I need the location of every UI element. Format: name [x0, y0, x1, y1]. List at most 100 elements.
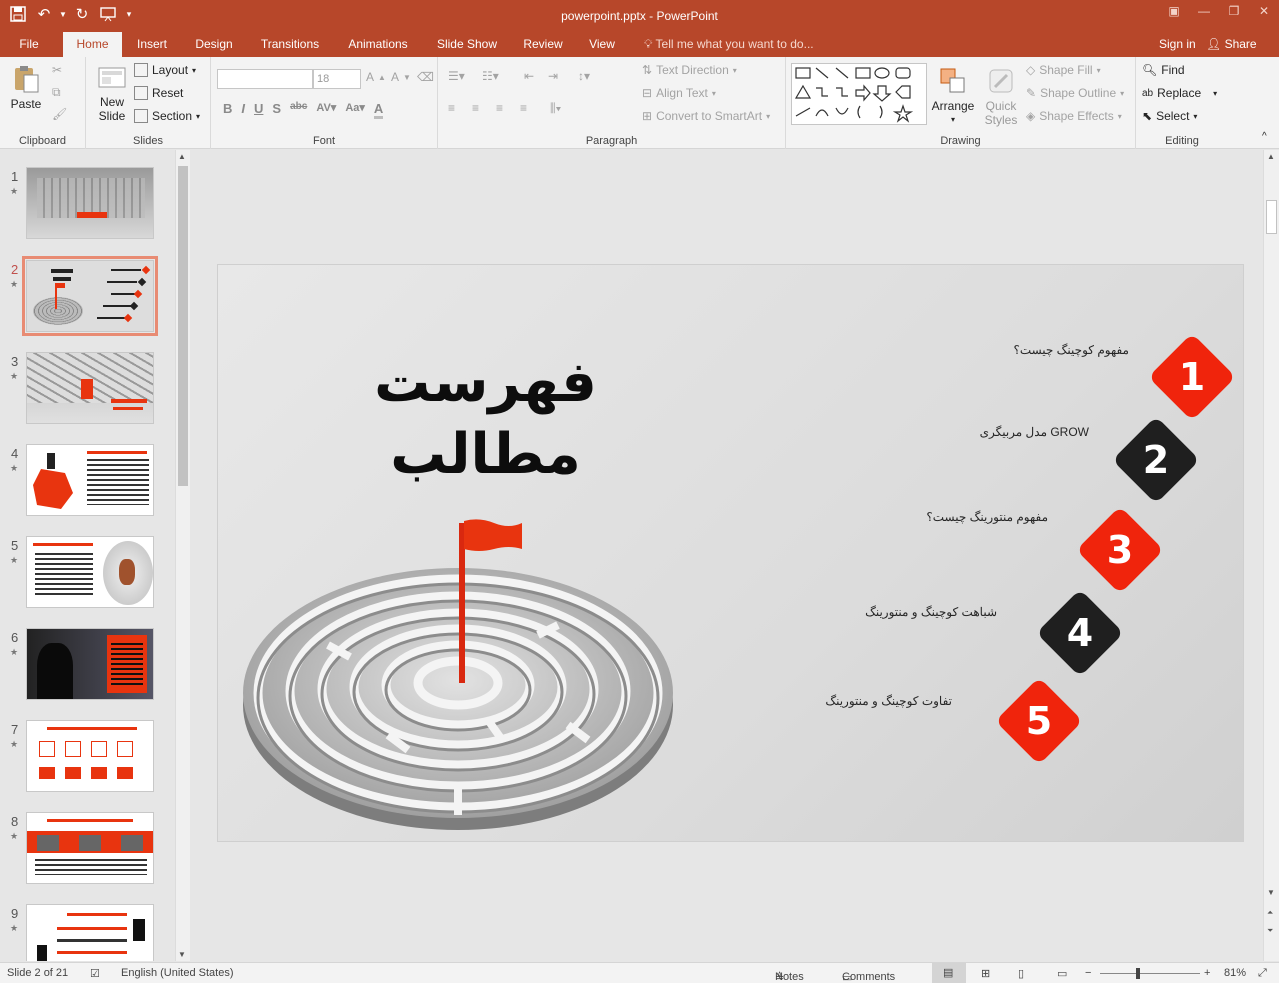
- convert-smartart-button[interactable]: ⊞ Convert to SmartArt ▾: [642, 109, 770, 123]
- increase-font-icon[interactable]: A ▲: [366, 70, 386, 84]
- tab-insert[interactable]: Insert: [128, 32, 176, 57]
- char-spacing-icon[interactable]: AV▾: [316, 101, 336, 119]
- zoom-level[interactable]: 81%: [1224, 967, 1246, 979]
- toc-item-1-text[interactable]: مفهوم کوچینگ چیست؟: [1013, 343, 1129, 357]
- strikethrough-icon[interactable]: abc: [290, 101, 307, 119]
- select-button[interactable]: ⬉ Select ▾: [1142, 109, 1197, 123]
- slide-sorter-icon[interactable]: ⊞: [981, 967, 990, 980]
- reading-view-icon[interactable]: ▯: [1018, 967, 1024, 980]
- shape-outline-button[interactable]: ✎ Shape Outline ▾: [1026, 86, 1124, 100]
- new-slide-button[interactable]: New Slide: [92, 61, 132, 123]
- normal-view-icon[interactable]: ▤: [932, 963, 966, 983]
- arrange-button[interactable]: Arrange ▾: [932, 65, 974, 127]
- editor-scrollbar-thumb[interactable]: [1266, 200, 1277, 234]
- line-spacing-icon[interactable]: ↕▾: [578, 69, 590, 83]
- replace-button[interactable]: ab Replace ▾: [1142, 86, 1217, 100]
- slideshow-view-icon[interactable]: ▭: [1057, 967, 1067, 980]
- collapse-ribbon-icon[interactable]: ^: [1262, 131, 1267, 142]
- increase-indent-icon[interactable]: ⇥: [548, 69, 558, 83]
- align-right-icon[interactable]: ≡: [496, 101, 503, 115]
- paste-button[interactable]: Paste: [6, 63, 46, 111]
- bullets-icon[interactable]: ☰▾: [448, 69, 465, 83]
- zoom-out-icon[interactable]: −: [1085, 967, 1091, 979]
- shadow-icon[interactable]: S: [272, 101, 281, 119]
- tab-design[interactable]: Design: [188, 32, 240, 57]
- tab-home[interactable]: Home: [63, 32, 122, 57]
- underline-icon[interactable]: U: [254, 101, 263, 119]
- bold-icon[interactable]: B: [223, 101, 232, 119]
- tab-animations[interactable]: Animations: [340, 32, 416, 57]
- find-button[interactable]: 🔍︎ Find: [1142, 63, 1185, 77]
- tab-transitions[interactable]: Transitions: [252, 32, 328, 57]
- section-button[interactable]: Section ▾: [134, 109, 200, 123]
- minimize-icon[interactable]: —: [1189, 0, 1219, 22]
- layout-button[interactable]: Layout ▾: [134, 63, 196, 77]
- font-size-box[interactable]: 18: [313, 69, 361, 89]
- next-slide-icon[interactable]: ⏷: [1267, 926, 1273, 936]
- decrease-font-icon[interactable]: A ▼: [391, 70, 411, 84]
- scroll-up-icon[interactable]: ▲: [1267, 152, 1275, 161]
- italic-icon[interactable]: I: [241, 101, 245, 119]
- align-center-icon[interactable]: ≡: [472, 101, 479, 115]
- zoom-slider-thumb[interactable]: [1136, 968, 1140, 979]
- decrease-indent-icon[interactable]: ⇤: [524, 69, 534, 83]
- scroll-down-icon[interactable]: ▼: [1267, 888, 1275, 897]
- copy-icon[interactable]: ⧉: [52, 85, 61, 100]
- toc-item-2-text[interactable]: مدل مربیگری GROW: [980, 425, 1089, 439]
- slide-canvas[interactable]: فهرست مطالب 1 مفهوم کوچینگ چیست؟ 2 مدل م…: [217, 264, 1244, 842]
- font-name-box[interactable]: [217, 69, 313, 89]
- slide-counter[interactable]: Slide 2 of 21: [7, 967, 68, 979]
- format-painter-icon[interactable]: 🖌︎: [52, 107, 67, 121]
- thumbnail-scrollbar-thumb[interactable]: [178, 166, 188, 486]
- close-icon[interactable]: ✕: [1249, 0, 1279, 22]
- editor-scrollbar[interactable]: ▲ ▼ ⏶ ⏷: [1263, 150, 1279, 961]
- numbering-icon[interactable]: ☷▾: [482, 69, 499, 83]
- restore-icon[interactable]: ❐: [1219, 0, 1249, 22]
- thumbnail-slide-3[interactable]: 3 ★: [0, 352, 175, 430]
- toc-item-4-text[interactable]: شباهت کوچینگ و منتورینگ: [865, 605, 997, 619]
- fit-to-window-icon[interactable]: ⤢: [1258, 967, 1267, 980]
- tell-me-box[interactable]: 💡︎ Tell me what you want to do...: [644, 32, 814, 57]
- language-indicator[interactable]: English (United States): [121, 967, 234, 979]
- thumbnail-scrollbar[interactable]: ▲ ▼: [175, 150, 190, 961]
- thumbnail-slide-7[interactable]: 7 ★: [0, 720, 175, 798]
- zoom-in-icon[interactable]: +: [1204, 967, 1210, 979]
- spell-check-icon[interactable]: ☑: [90, 967, 100, 980]
- shape-fill-button[interactable]: ◇ Shape Fill ▾: [1026, 63, 1101, 77]
- tab-review[interactable]: Review: [516, 32, 570, 57]
- thumbnail-slide-9[interactable]: 9 ★: [0, 904, 175, 961]
- toc-item-3-text[interactable]: مفهوم منتورینگ چیست؟: [926, 510, 1048, 524]
- font-color-icon[interactable]: A: [373, 101, 384, 119]
- clear-formatting-icon[interactable]: ⌫: [417, 70, 434, 84]
- share-button[interactable]: 👤︎ Share: [1206, 32, 1257, 56]
- shapes-gallery[interactable]: [791, 63, 927, 125]
- shape-effects-button[interactable]: ◈ Shape Effects ▾: [1026, 109, 1122, 123]
- zoom-slider[interactable]: [1100, 973, 1200, 974]
- change-case-icon[interactable]: Aa▾: [345, 101, 365, 119]
- columns-icon[interactable]: ⫼▾: [550, 101, 561, 116]
- thumbnail-slide-4[interactable]: 4 ★: [0, 444, 175, 522]
- animation-star-icon: ★: [10, 831, 19, 841]
- text-direction-button[interactable]: ⇅ Text Direction ▾: [642, 63, 737, 77]
- previous-slide-icon[interactable]: ⏶: [1267, 908, 1273, 918]
- scroll-down-icon[interactable]: ▼: [178, 950, 186, 959]
- quick-styles-button[interactable]: Quick Styles: [980, 65, 1022, 127]
- align-text-button[interactable]: ⊟ Align Text ▾: [642, 86, 716, 100]
- sign-in-link[interactable]: Sign in: [1159, 32, 1196, 56]
- thumbnail-slide-8[interactable]: 8 ★: [0, 812, 175, 890]
- scroll-up-icon[interactable]: ▲: [178, 152, 186, 161]
- reset-button[interactable]: Reset: [134, 86, 183, 100]
- ribbon-display-options-icon[interactable]: ▣: [1159, 0, 1189, 22]
- slide-title[interactable]: فهرست مطالب: [373, 347, 598, 491]
- tab-view[interactable]: View: [582, 32, 622, 57]
- thumbnail-slide-5[interactable]: 5 ★: [0, 536, 175, 614]
- cut-icon[interactable]: ✂: [52, 63, 62, 77]
- align-left-icon[interactable]: ≡: [448, 101, 455, 115]
- tab-slide-show[interactable]: Slide Show: [430, 32, 504, 57]
- tab-file[interactable]: File: [8, 32, 50, 57]
- justify-icon[interactable]: ≡: [520, 101, 527, 115]
- thumbnail-slide-2[interactable]: 2 ★: [0, 256, 175, 338]
- thumbnail-slide-1[interactable]: 1 ★: [0, 167, 175, 245]
- toc-item-5-text[interactable]: تفاوت کوچینگ و منتورینگ: [825, 694, 952, 708]
- thumbnail-slide-6[interactable]: 6 ★: [0, 628, 175, 706]
